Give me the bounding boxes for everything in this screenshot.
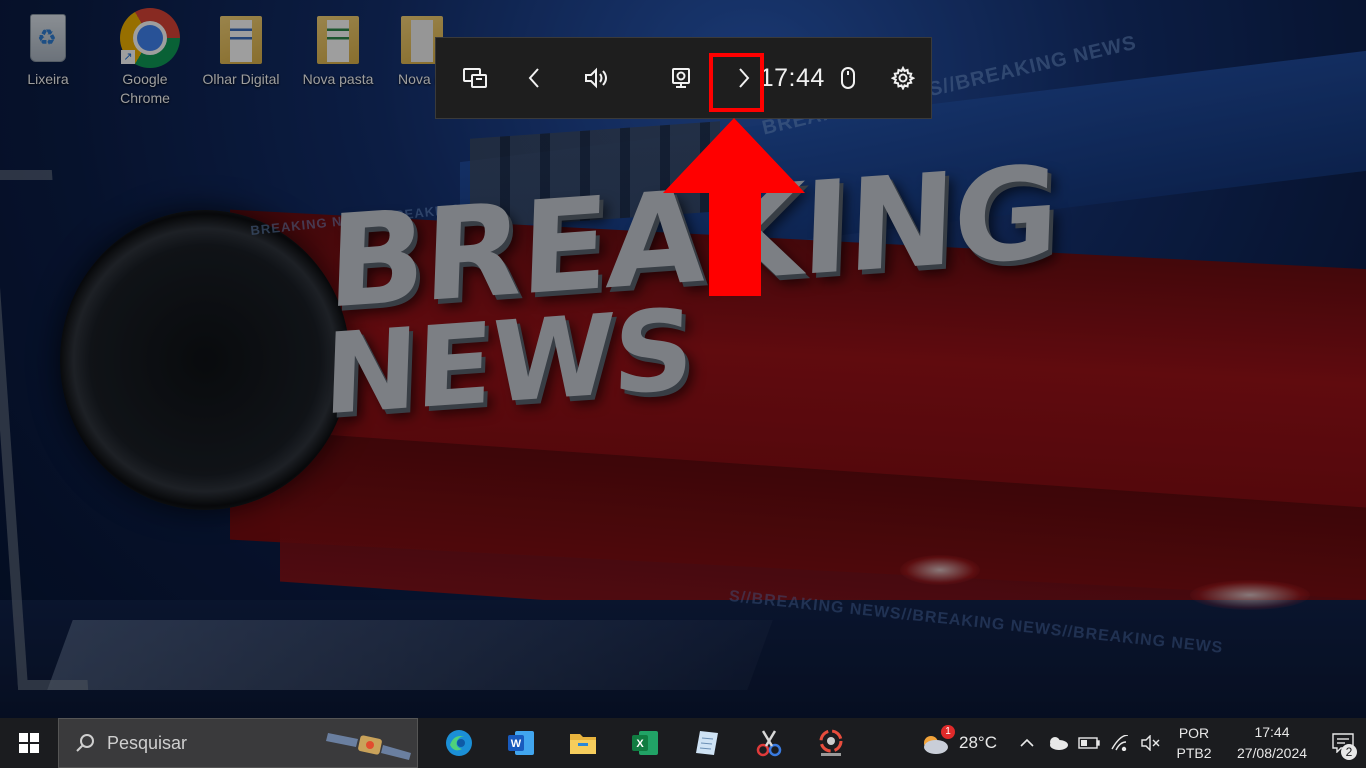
notepad-icon bbox=[696, 731, 718, 755]
battery-button[interactable] bbox=[1073, 718, 1104, 768]
taskbar-search-box[interactable]: Pesquisar bbox=[58, 718, 418, 768]
folder-icon bbox=[314, 8, 362, 66]
audio-button[interactable] bbox=[555, 37, 640, 119]
notification-center-button[interactable]: 2 bbox=[1320, 718, 1366, 768]
system-tray: 1 28°C POR PTB2 17:44 27/08/2024 2 bbox=[919, 718, 1366, 768]
weather-temperature: 28°C bbox=[959, 733, 997, 752]
keyboard-layout: PTB2 bbox=[1176, 745, 1212, 761]
excel-icon: X bbox=[632, 731, 658, 755]
weather-widget[interactable]: 1 28°C bbox=[919, 725, 997, 755]
mouse-icon bbox=[840, 67, 855, 89]
clock-date: 27/08/2024 bbox=[1236, 745, 1308, 761]
recycle-bin-icon bbox=[24, 8, 72, 66]
battery-icon bbox=[1077, 737, 1100, 749]
red-arrow-annotation bbox=[663, 118, 805, 296]
first-iscape-icon bbox=[819, 729, 843, 756]
snipping-tool-icon bbox=[756, 730, 782, 757]
taskbar-app-word[interactable]: W bbox=[490, 718, 552, 768]
taskbar-app-first-iscape[interactable] bbox=[800, 718, 862, 768]
volume-muted-icon bbox=[1140, 735, 1159, 751]
show-hidden-icons-button[interactable] bbox=[1011, 718, 1042, 768]
scroll-left-button[interactable] bbox=[513, 37, 555, 119]
notification-count-badge: 2 bbox=[1341, 744, 1357, 760]
folder-icon bbox=[217, 8, 265, 66]
taskbar-pinned-apps: W X bbox=[428, 718, 862, 768]
desktop-icon-label: Google Chrome bbox=[120, 71, 170, 106]
edge-icon bbox=[446, 730, 472, 756]
chevron-left-icon bbox=[528, 68, 539, 88]
settings-button[interactable] bbox=[876, 37, 931, 119]
onedrive-cloud-icon bbox=[1049, 737, 1068, 750]
taskbar-app-edge[interactable] bbox=[428, 718, 490, 768]
search-highlight-satellite-icon bbox=[326, 733, 411, 760]
wallpaper-floor-shine bbox=[47, 620, 773, 690]
desktop-icon-nova-pasta[interactable]: Nova pasta bbox=[292, 8, 384, 89]
gear-icon bbox=[891, 66, 916, 90]
desktop-icon-label: Lixeira bbox=[27, 71, 69, 87]
file-explorer-icon bbox=[570, 734, 596, 754]
game-bar-widgets-icon bbox=[462, 68, 487, 88]
desktop-icon-label: Olhar Digital bbox=[202, 71, 280, 87]
widget-menu-button[interactable] bbox=[436, 37, 513, 119]
toolbar-clock: 17:44 bbox=[759, 63, 825, 92]
wallpaper-light-glow bbox=[1190, 580, 1310, 610]
onedrive-button[interactable] bbox=[1042, 718, 1073, 768]
wallpaper-light-glow bbox=[900, 555, 980, 585]
input-language-indicator[interactable]: POR PTB2 bbox=[1170, 723, 1218, 763]
taskbar-app-notepad[interactable] bbox=[676, 718, 738, 768]
start-button[interactable] bbox=[0, 718, 58, 768]
desktop-icon-google-chrome[interactable]: ↗ Google Chrome bbox=[99, 8, 191, 108]
windows-logo-icon bbox=[19, 733, 39, 753]
wallpaper-camera-lens bbox=[60, 210, 350, 510]
clock-time: 17:44 bbox=[1254, 724, 1290, 740]
highlight-box bbox=[709, 53, 764, 112]
desktop-icon-recycle-bin[interactable]: Lixeira bbox=[2, 8, 94, 89]
excel-letter: X bbox=[636, 738, 644, 750]
weather-alert-badge: 1 bbox=[941, 725, 956, 739]
taskbar-clock[interactable]: 17:44 27/08/2024 bbox=[1224, 722, 1320, 764]
taskbar-app-excel[interactable]: X bbox=[614, 718, 676, 768]
word-icon: W bbox=[508, 731, 534, 755]
desktop-icon-olhar-digital[interactable]: Olhar Digital bbox=[195, 8, 287, 89]
mouse-lock-button[interactable] bbox=[820, 37, 875, 119]
weather-cloud-icon: 1 bbox=[919, 725, 956, 755]
wallpaper-frame bbox=[0, 170, 89, 690]
capture-icon bbox=[672, 68, 691, 88]
word-letter: W bbox=[511, 738, 522, 750]
taskbar: Pesquisar W X 1 28°C POR PTB2 17:44 27/0… bbox=[0, 718, 1366, 768]
desktop-icon-label: Nova pasta bbox=[302, 71, 374, 87]
language-code: POR bbox=[1178, 725, 1210, 741]
volume-icon bbox=[585, 67, 608, 89]
taskbar-app-snipping-tool[interactable] bbox=[738, 718, 800, 768]
taskbar-app-file-explorer[interactable] bbox=[552, 718, 614, 768]
chevron-up-icon bbox=[1019, 738, 1034, 747]
search-icon bbox=[76, 734, 94, 752]
wifi-icon bbox=[1110, 735, 1128, 751]
game-bar-toolbar: 17:44 bbox=[435, 37, 932, 119]
chrome-icon: ↗ bbox=[120, 8, 180, 68]
volume-tray-button[interactable] bbox=[1135, 718, 1166, 768]
network-button[interactable] bbox=[1104, 718, 1135, 768]
search-placeholder: Pesquisar bbox=[107, 732, 188, 753]
